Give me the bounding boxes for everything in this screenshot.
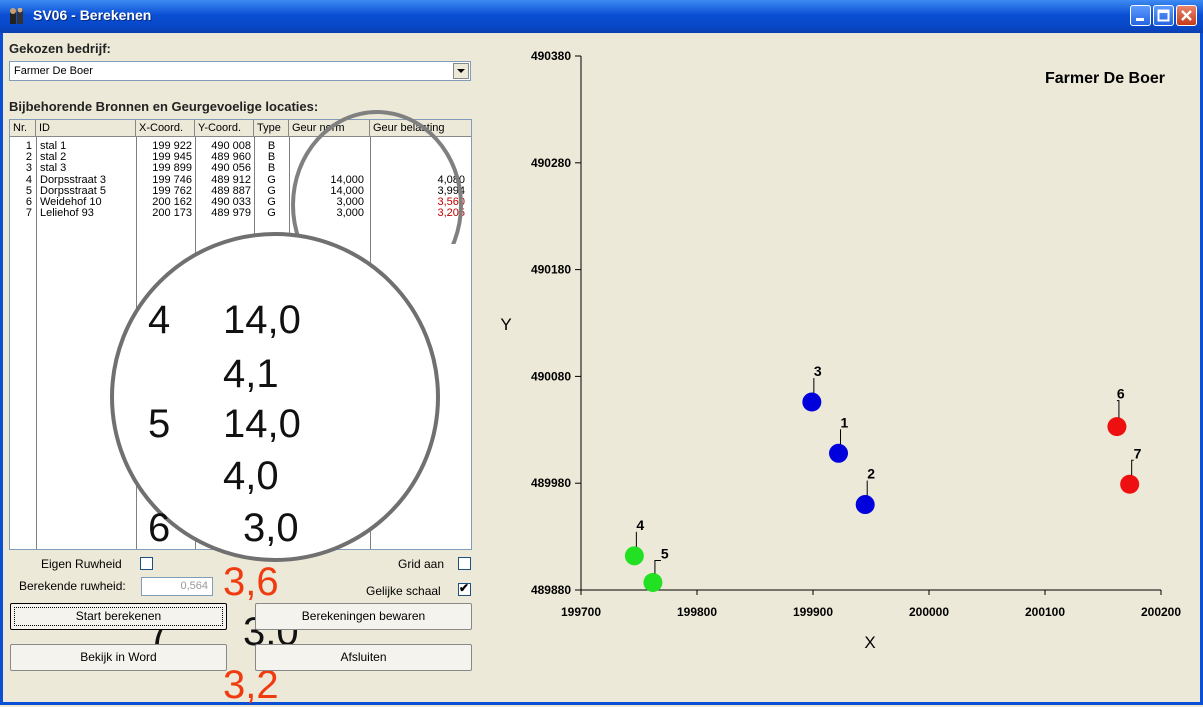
magnified-belasting-4: 4,1 xyxy=(223,352,279,396)
x-tick-label: 200100 xyxy=(1025,605,1065,619)
grid-aan-checkbox[interactable] xyxy=(458,557,471,570)
berekende-ruwheid-input[interactable]: 0,564 xyxy=(141,577,213,596)
y-tick-label: 490280 xyxy=(531,156,571,170)
berekeningen-bewaren-button[interactable]: Berekeningen bewaren xyxy=(255,603,472,630)
magnified-norm-5: 14,0 xyxy=(223,402,301,446)
point-label: 5 xyxy=(661,546,669,562)
cell-type: G xyxy=(267,173,276,186)
point-label: 1 xyxy=(841,414,849,430)
cell-id: Dorpsstraat 3 xyxy=(40,173,107,186)
data-point xyxy=(802,392,822,412)
x-tick-label: 199700 xyxy=(561,605,601,619)
data-point xyxy=(855,495,875,515)
header-nr[interactable]: Nr. xyxy=(10,120,36,137)
dropdown-button[interactable] xyxy=(453,63,469,79)
header-type[interactable]: Type xyxy=(254,120,289,137)
afsluiten-button[interactable]: Afsluiten xyxy=(255,644,472,671)
company-select[interactable]: Farmer De Boer xyxy=(9,61,471,81)
label-leader-line xyxy=(1116,400,1120,418)
eigen-ruwheid-label: Eigen Ruwheid xyxy=(41,557,122,571)
cell-x: 200 173 xyxy=(152,207,192,220)
cell-id: Leliehof 93 xyxy=(40,207,94,220)
y-tick-label: 489880 xyxy=(531,583,571,597)
chevron-down-icon xyxy=(457,69,465,73)
magnified-norm-4: 14,0 xyxy=(223,298,301,342)
berekende-ruwheid-label: Berekende ruwheid: xyxy=(19,579,126,593)
y-tick-label: 489980 xyxy=(531,476,571,490)
window-title: SV06 - Berekenen xyxy=(33,7,152,23)
scatter-plot: 489880 489980 490080 490180 490280 490380 1997… xyxy=(500,49,1181,652)
cell-type: B xyxy=(267,162,276,175)
point-label: 3 xyxy=(814,363,822,379)
cell-id: stal 3 xyxy=(40,162,67,175)
cell-nr: 7 xyxy=(25,207,32,220)
point-label: 6 xyxy=(1117,386,1125,402)
magnified-belasting-5: 4,0 xyxy=(223,454,279,498)
company-value: Farmer De Boer xyxy=(14,65,93,77)
cell-x: 199 899 xyxy=(152,162,192,175)
cell-x: 199 746 xyxy=(152,173,192,186)
app-window: SV06 - Berekenen Gekozen bedrijf: Farmer… xyxy=(0,0,1203,705)
magnified-belasting-7: 3,2 xyxy=(223,663,279,707)
bekijk-in-word-button[interactable]: Bekijk in Word xyxy=(10,644,227,671)
cell-y: 489 979 xyxy=(211,207,251,220)
data-point xyxy=(1107,417,1127,437)
cell-type: G xyxy=(267,207,276,220)
x-tick-label: 200200 xyxy=(1141,605,1181,619)
data-point xyxy=(624,546,644,566)
data-point xyxy=(829,443,849,463)
x-tick-label: 199900 xyxy=(793,605,833,619)
x-tick-label: 200000 xyxy=(909,605,949,619)
magnified-belasting-6: 3,6 xyxy=(223,560,279,604)
column-divider xyxy=(36,137,37,549)
header-y[interactable]: Y-Coord. xyxy=(195,120,254,137)
eigen-ruwheid-checkbox[interactable] xyxy=(140,557,153,570)
label-leader-line xyxy=(1131,459,1134,476)
cell-nr: 4 xyxy=(25,173,32,186)
x-tick-label: 199800 xyxy=(677,605,717,619)
point-label: 2 xyxy=(867,466,875,482)
point-label: 7 xyxy=(1134,445,1142,461)
cell-y: 489 912 xyxy=(211,173,251,186)
y-tick-label: 490180 xyxy=(531,263,571,277)
sources-label: Bijbehorende Bronnen en Geurgevoelige lo… xyxy=(9,99,319,114)
data-point xyxy=(643,573,663,593)
header-x[interactable]: X-Coord. xyxy=(136,120,195,137)
minimize-button[interactable] xyxy=(1130,5,1151,26)
magnified-nr-6: 6 xyxy=(148,506,171,550)
close-window-button[interactable] xyxy=(1176,5,1197,26)
magnified-nr-5: 5 xyxy=(148,402,171,446)
data-point xyxy=(1120,474,1140,494)
title-bar[interactable]: SV06 - Berekenen xyxy=(0,0,1203,33)
app-icon xyxy=(8,7,28,26)
y-axis-label: Y xyxy=(500,315,511,334)
gelijke-schaal-label: Gelijke schaal xyxy=(366,584,441,598)
x-axis-label: X xyxy=(864,633,875,652)
start-berekenen-button[interactable]: Start berekenen xyxy=(10,603,227,630)
label-leader-line xyxy=(654,560,661,574)
chart-title: Farmer De Boer xyxy=(1045,70,1165,87)
grid-aan-label: Grid aan xyxy=(398,557,445,571)
checkmark-icon: ✔ xyxy=(459,581,470,595)
point-label: 4 xyxy=(636,517,644,533)
maximize-button[interactable] xyxy=(1153,5,1174,26)
y-tick-label: 490380 xyxy=(531,49,571,63)
gelijke-schaal-checkbox[interactable]: ✔ xyxy=(458,581,471,596)
header-id[interactable]: ID xyxy=(36,120,136,137)
magnified-nr-4: 4 xyxy=(148,298,171,342)
cell-nr: 3 xyxy=(25,162,32,175)
cell-y: 490 056 xyxy=(211,162,251,175)
company-label: Gekozen bedrijf: xyxy=(9,41,111,56)
y-tick-label: 490080 xyxy=(531,369,571,383)
magnified-norm-6: 3,0 xyxy=(243,506,299,550)
